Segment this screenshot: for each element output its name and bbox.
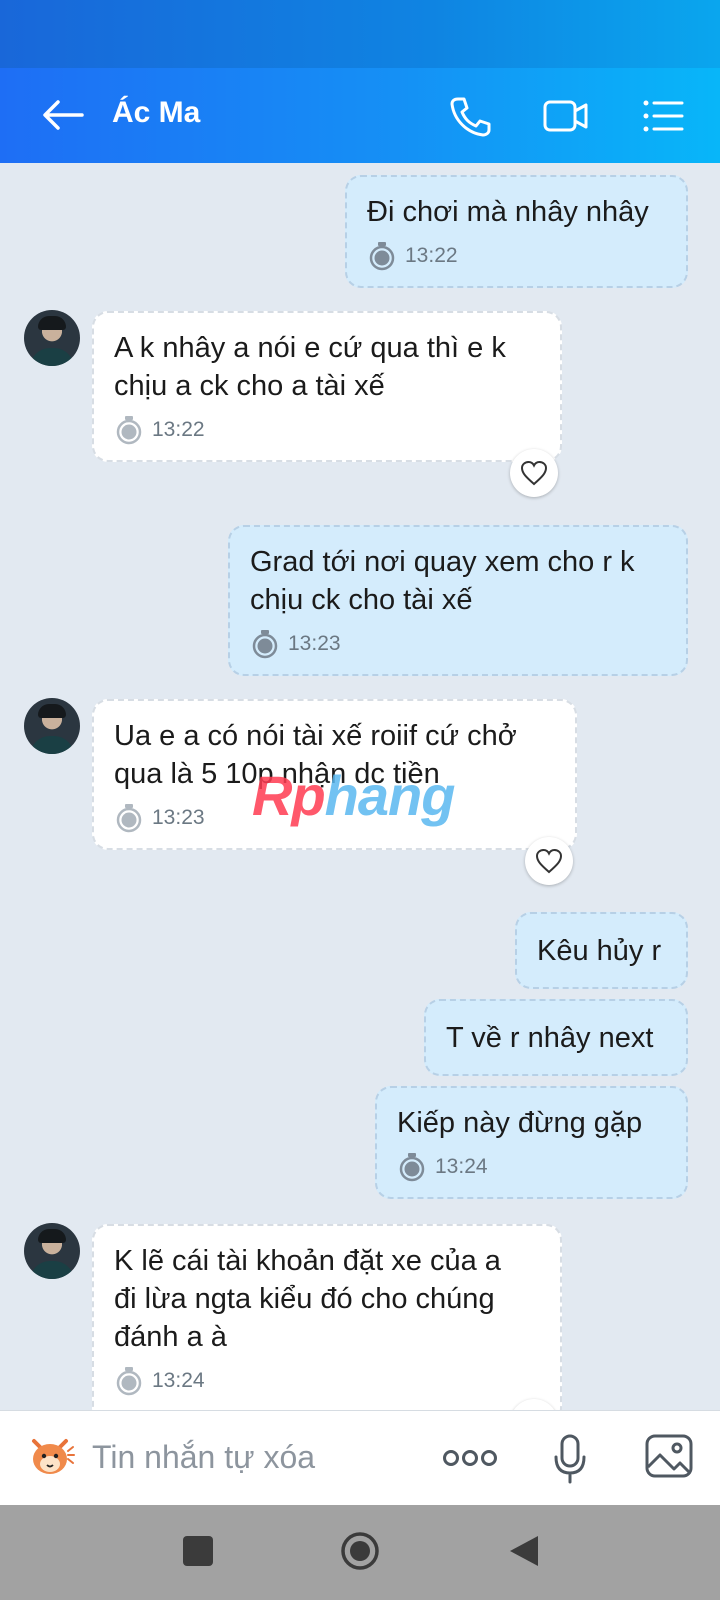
message-text: K lẽ cái tài khoản đặt xe của a bbox=[114, 1245, 501, 1277]
status-bar bbox=[0, 0, 720, 68]
image-gallery-icon[interactable] bbox=[644, 1433, 694, 1479]
message-text: chịu a ck cho a tài xế bbox=[114, 370, 385, 402]
message-time: 13:24 bbox=[152, 1369, 205, 1392]
react-heart-button[interactable] bbox=[510, 449, 558, 497]
sticker-icon[interactable] bbox=[24, 1431, 76, 1483]
message-meta: 13:23 bbox=[250, 629, 341, 659]
message-text: T về r nhây next bbox=[446, 1022, 654, 1054]
message-meta: 13:24 bbox=[114, 1366, 205, 1396]
recent-apps-icon[interactable] bbox=[180, 1533, 216, 1569]
clock-icon bbox=[369, 242, 395, 271]
message-meta: 13:23 bbox=[114, 803, 205, 833]
message-text: Đi chơi mà nhây nhây bbox=[367, 196, 649, 228]
message-text: đánh a à bbox=[114, 1321, 227, 1353]
clock-icon bbox=[116, 1367, 142, 1396]
avatar[interactable] bbox=[24, 310, 80, 366]
microphone-icon[interactable] bbox=[552, 1433, 588, 1485]
message-bubble-outgoing[interactable]: T về r nhây next bbox=[424, 999, 688, 1076]
message-time: 13:23 bbox=[152, 806, 205, 829]
message-text: đi lừa ngta kiểu đó cho chúng bbox=[114, 1283, 495, 1315]
heart-icon bbox=[535, 848, 563, 874]
message-time: 13:24 bbox=[435, 1155, 488, 1178]
message-bubble-outgoing[interactable]: Grad tới nơi quay xem cho r k chịu ck ch… bbox=[228, 525, 688, 676]
message-bubble-incoming[interactable]: K lẽ cái tài khoản đặt xe của a đi lừa n… bbox=[92, 1224, 562, 1410]
chat-header: Ác Ma bbox=[0, 68, 720, 163]
message-time: 13:22 bbox=[152, 418, 205, 441]
phone-icon[interactable] bbox=[446, 94, 494, 138]
clock-icon bbox=[116, 416, 142, 445]
message-bubble-outgoing[interactable]: Kêu hủy r bbox=[515, 912, 688, 989]
message-meta: 13:22 bbox=[114, 415, 205, 445]
clock-icon bbox=[399, 1153, 425, 1182]
avatar[interactable] bbox=[24, 698, 80, 754]
watermark-logo: Rphang bbox=[252, 764, 455, 827]
message-meta: 13:24 bbox=[397, 1152, 488, 1182]
heart-icon bbox=[520, 460, 548, 486]
message-text: Kêu hủy r bbox=[537, 935, 662, 967]
message-text: Grad tới nơi quay xem cho r k bbox=[250, 546, 635, 578]
message-text: chịu ck cho tài xế bbox=[250, 584, 473, 616]
message-input[interactable]: Tin nhắn tự xóa bbox=[92, 1439, 315, 1476]
contact-name[interactable]: Ác Ma bbox=[112, 96, 200, 130]
message-bubble-incoming[interactable]: A k nhây a nói e cứ qua thì e k chịu a c… bbox=[92, 311, 562, 462]
back-arrow-icon[interactable] bbox=[38, 94, 88, 136]
message-input-bar: Tin nhắn tự xóa bbox=[0, 1410, 720, 1505]
avatar[interactable] bbox=[24, 1223, 80, 1279]
message-time: 13:22 bbox=[405, 244, 458, 267]
menu-list-icon[interactable] bbox=[640, 94, 688, 138]
video-call-icon[interactable] bbox=[542, 94, 590, 138]
message-text: A k nhây a nói e cứ qua thì e k bbox=[114, 332, 506, 364]
message-bubble-outgoing[interactable]: Đi chơi mà nhây nhây 13:22 bbox=[345, 175, 688, 288]
message-text: Kiếp này đừng gặp bbox=[397, 1107, 643, 1139]
clock-icon bbox=[252, 630, 278, 659]
message-time: 13:23 bbox=[288, 632, 341, 655]
back-icon[interactable] bbox=[506, 1533, 542, 1569]
message-meta: 13:22 bbox=[367, 241, 458, 271]
message-bubble-outgoing[interactable]: Kiếp này đừng gặp 13:24 bbox=[375, 1086, 688, 1199]
message-text: Ua e a có nói tài xế roiif cứ chở bbox=[114, 720, 517, 752]
message-list[interactable]: Đi chơi mà nhây nhây 13:22 A k nhây a nó… bbox=[0, 163, 720, 1410]
react-heart-button[interactable] bbox=[525, 837, 573, 885]
system-navigation-bar bbox=[0, 1505, 720, 1600]
home-icon[interactable] bbox=[340, 1531, 380, 1571]
clock-icon bbox=[116, 804, 142, 833]
more-options-icon[interactable] bbox=[442, 1445, 498, 1471]
